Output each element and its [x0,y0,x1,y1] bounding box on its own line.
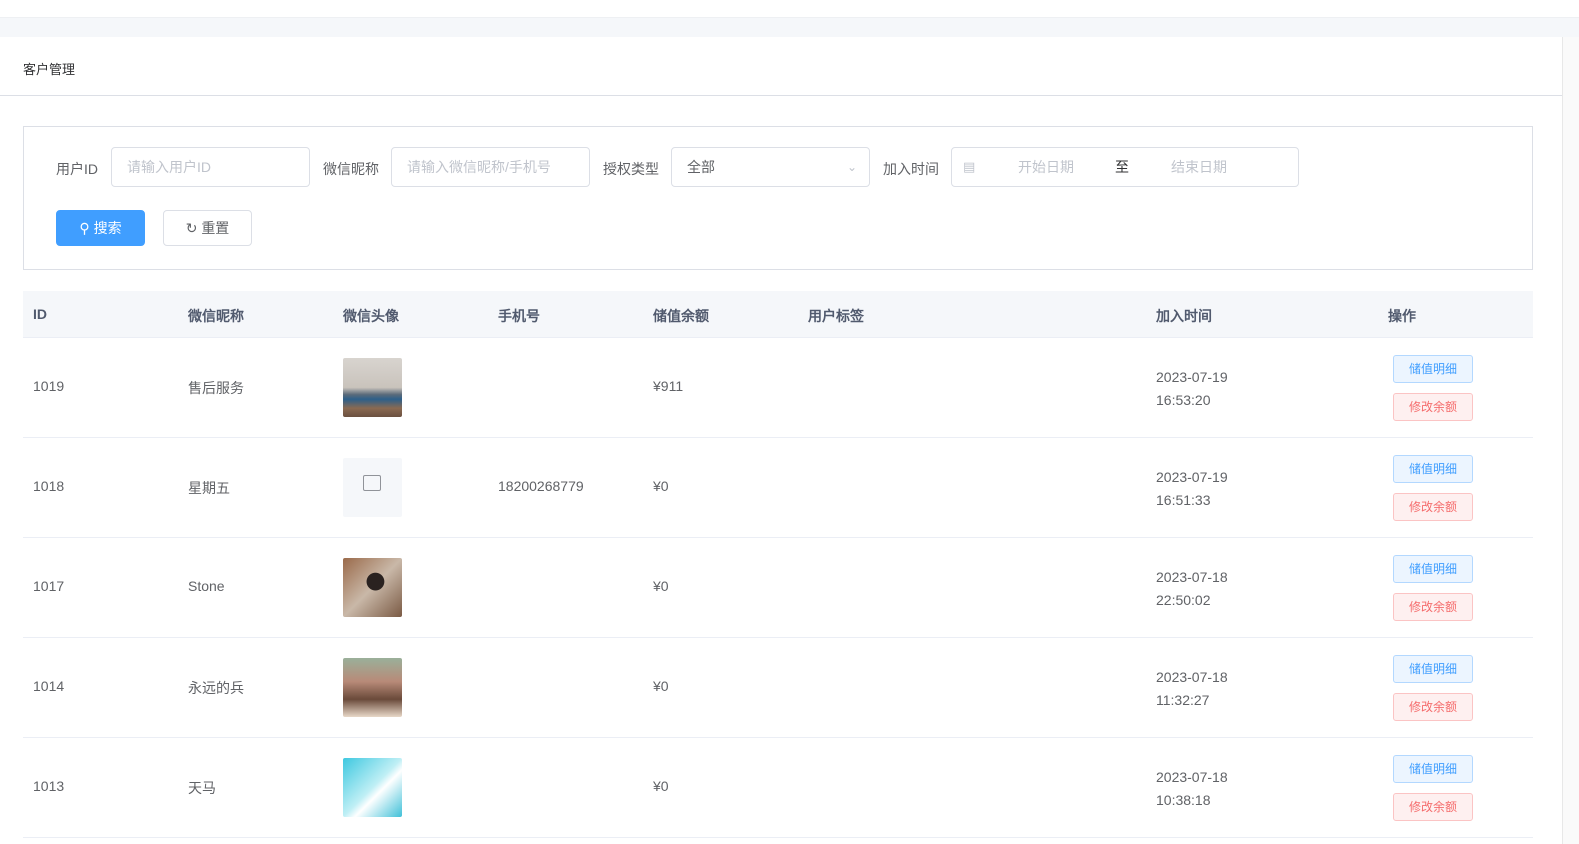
cell-id: 1017 [33,578,65,594]
balance-detail-button[interactable]: 储值明细 [1393,655,1473,683]
balance-detail-button[interactable]: 储值明细 [1393,555,1473,583]
user-id-label: 用户ID [56,161,98,177]
avatar[interactable] [343,758,402,817]
join-time-label: 加入时间 [883,161,939,177]
balance-detail-button[interactable]: 储值明细 [1393,455,1473,483]
avatar[interactable] [343,558,402,617]
join-clock: 11:32:27 [1156,692,1210,708]
join-date: 2023-07-19 [1156,469,1228,485]
join-date: 2023-07-18 [1156,569,1228,585]
top-band [0,17,1579,37]
col-nickname: 微信昵称 [188,308,244,324]
join-clock: 10:38:18 [1156,792,1211,808]
user-id-input[interactable]: 请输入用户ID [111,147,310,187]
nickname-input[interactable]: 请输入微信昵称/手机号 [391,147,590,187]
join-date: 2023-07-18 [1156,669,1228,685]
cell-balance: ¥0 [653,578,669,594]
col-avatar: 微信头像 [343,308,399,324]
table-row: 1018 星期五 18200268779 ¥0 2023-07-19 16:51:… [23,438,1533,538]
cell-balance: ¥911 [653,378,684,394]
end-date-input[interactable]: 结束日期 [1171,148,1227,186]
table-header: ID 微信昵称 微信头像 手机号 储值余额 用户标签 加入时间 操作 [23,291,1533,338]
cell-nickname: 永远的兵 [188,680,244,696]
cell-join-time: 2023-07-19 16:53:20 [1156,366,1228,412]
auth-type-select[interactable]: 全部 ⌄ [671,147,870,187]
search-label: 搜索 [93,220,122,236]
cell-id: 1013 [33,778,65,794]
cell-id: 1014 [33,678,65,694]
join-date: 2023-07-18 [1156,769,1228,785]
cell-id: 1019 [33,378,65,394]
balance-detail-button[interactable]: 储值明细 [1393,355,1473,383]
page-title: 客户管理 [23,62,76,77]
search-icon: ⚲ [79,220,90,236]
avatar[interactable] [343,458,402,517]
edit-balance-button[interactable]: 修改余额 [1393,393,1473,421]
balance-detail-button[interactable]: 储值明细 [1393,755,1473,783]
refresh-icon: ↻ [185,220,198,236]
col-id: ID [33,306,47,322]
avatar[interactable] [343,658,402,717]
edit-balance-button[interactable]: 修改余额 [1393,693,1473,721]
chevron-down-icon: ⌄ [846,160,857,174]
join-clock: 16:53:20 [1156,392,1211,408]
calendar-icon: ▤ [963,159,976,174]
cell-join-time: 2023-07-18 11:32:27 [1156,666,1228,712]
filter-panel: 用户ID 请输入用户ID 微信昵称 请输入微信昵称/手机号 授权类型 全部 ⌄ 加… [23,126,1533,270]
edit-balance-button[interactable]: 修改余额 [1393,793,1473,821]
table-row: 1017 Stone ¥0 2023-07-18 22:50:02 储值明细 修改… [23,538,1533,638]
cell-join-time: 2023-07-18 10:38:18 [1156,766,1228,812]
edit-balance-button[interactable]: 修改余额 [1393,593,1473,621]
auth-type-value: 全部 [687,159,715,175]
cell-join-time: 2023-07-19 16:51:33 [1156,466,1228,512]
date-range-picker[interactable]: ▤ 开始日期 至 结束日期 [951,147,1299,187]
cell-id: 1018 [33,478,65,494]
cell-balance: ¥0 [653,778,669,794]
col-actions: 操作 [1388,308,1416,324]
scrollbar[interactable] [1562,37,1579,844]
cell-nickname: 售后服务 [188,380,244,396]
cell-nickname: 天马 [188,780,216,796]
edit-balance-button[interactable]: 修改余额 [1393,493,1473,521]
col-balance: 储值余额 [653,308,709,324]
cell-phone: 18200268779 [498,478,584,494]
cell-balance: ¥0 [653,678,669,694]
avatar[interactable] [343,358,402,417]
col-tags: 用户标签 [808,308,864,324]
table-row: 1013 天马 ¥0 2023-07-18 10:38:18 储值明细 修改余额 [23,738,1533,838]
join-date: 2023-07-19 [1156,369,1228,385]
auth-type-label: 授权类型 [603,161,659,177]
cell-join-time: 2023-07-18 22:50:02 [1156,566,1228,612]
join-clock: 16:51:33 [1156,492,1211,508]
table-row: 1014 永远的兵 ¥0 2023-07-18 11:32:27 储值明细 修改余… [23,638,1533,738]
col-phone: 手机号 [498,308,540,324]
page-header: 客户管理 [0,37,1562,96]
cell-nickname: 星期五 [188,480,230,496]
col-join-time: 加入时间 [1156,308,1212,324]
cell-nickname: Stone [188,578,225,594]
reset-label: 重置 [201,220,230,236]
image-placeholder-icon [363,475,381,491]
start-date-input[interactable]: 开始日期 [1018,148,1074,186]
customer-table: ID 微信昵称 微信头像 手机号 储值余额 用户标签 加入时间 操作 1019 … [23,291,1533,838]
search-button[interactable]: ⚲ 搜索 [56,210,145,246]
range-separator: 至 [1115,159,1129,175]
table-row: 1019 售后服务 ¥911 2023-07-19 16:53:20 储值明细 修… [23,338,1533,438]
join-clock: 22:50:02 [1156,592,1211,608]
reset-button[interactable]: ↻ 重置 [163,210,252,246]
cell-balance: ¥0 [653,478,669,494]
nickname-label: 微信昵称 [323,161,379,177]
